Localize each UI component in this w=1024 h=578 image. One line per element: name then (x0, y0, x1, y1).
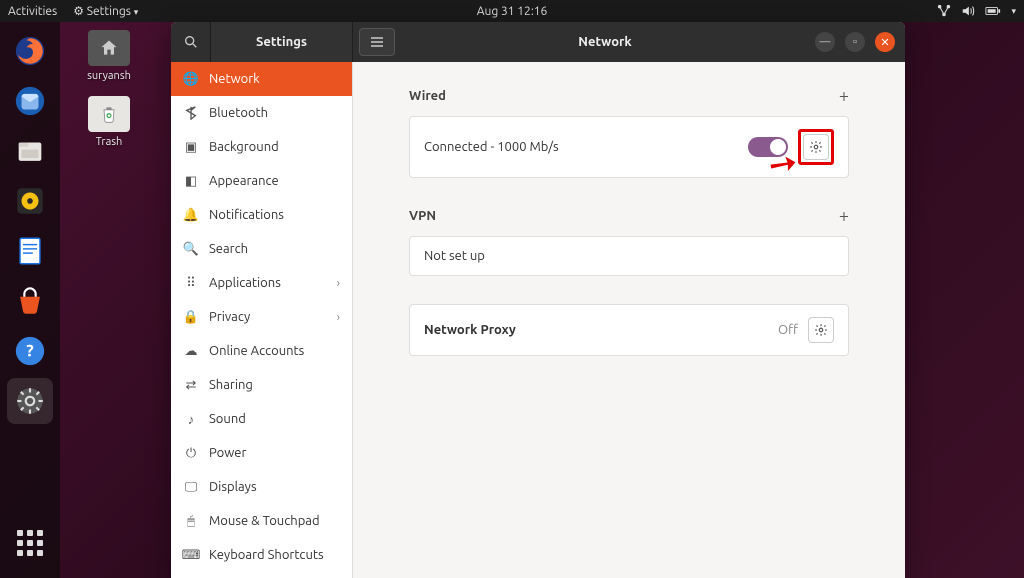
lock-icon: 🔒 (183, 309, 199, 325)
ubuntu-dock: ? (0, 22, 60, 578)
sidebar-title: Settings (211, 22, 353, 62)
sidebar-item-keyboard-shortcuts[interactable]: ⌨Keyboard Shortcuts (171, 538, 352, 572)
sidebar-item-online-accounts[interactable]: ☁Online Accounts (171, 334, 352, 368)
dock-help[interactable]: ? (7, 328, 53, 374)
chevron-right-icon: › (337, 277, 340, 290)
wired-status: Connected - 1000 Mb/s (424, 140, 559, 154)
dock-settings[interactable] (7, 378, 53, 424)
cloud-icon: ☁ (183, 343, 199, 359)
share-icon: ⇄ (183, 377, 199, 393)
globe-icon: 🌐 (183, 71, 199, 87)
annotation-highlight (798, 129, 834, 165)
sidebar-item-privacy[interactable]: 🔒Privacy› (171, 300, 352, 334)
hamburger-menu[interactable] (359, 28, 395, 56)
appearance-icon: ◧ (183, 173, 199, 189)
grid-icon: ⠿ (183, 275, 199, 291)
bell-icon: 🔔 (183, 207, 199, 223)
sidebar-item-bluetooth[interactable]: Bluetooth (171, 96, 352, 130)
vpn-header: VPN (409, 209, 436, 223)
dock-software[interactable] (7, 278, 53, 324)
wired-header: Wired (409, 89, 446, 103)
music-icon: ♪ (183, 411, 199, 427)
minimize-button[interactable]: — (815, 32, 835, 52)
sidebar-item-notifications[interactable]: 🔔Notifications (171, 198, 352, 232)
close-button[interactable]: ✕ (875, 32, 895, 52)
sidebar-item-background[interactable]: ▣Background (171, 130, 352, 164)
keyboard-icon: ⌨ (183, 547, 199, 563)
wired-connection-row: Connected - 1000 Mb/s (409, 116, 849, 178)
volume-indicator-icon[interactable] (961, 4, 975, 18)
proxy-label: Network Proxy (424, 323, 516, 337)
maximize-button[interactable]: ▫ (845, 32, 865, 52)
chevron-right-icon: › (337, 311, 340, 324)
proxy-settings-button[interactable] (808, 317, 834, 343)
power-menu-icon[interactable]: ▾ (1011, 6, 1016, 17)
display-icon: 🖵 (183, 479, 199, 495)
gear-icon: ⚙ (73, 5, 84, 18)
battery-indicator-icon[interactable] (985, 4, 1001, 18)
window-title: Network (395, 35, 815, 49)
network-indicator-icon[interactable] (937, 4, 951, 18)
background-icon: ▣ (183, 139, 199, 155)
sidebar-item-displays[interactable]: 🖵Displays (171, 470, 352, 504)
settings-sidebar: 🌐Network Bluetooth ▣Background ◧Appearan… (171, 62, 353, 578)
vpn-status: Not set up (424, 249, 485, 263)
wired-settings-button[interactable] (803, 134, 829, 160)
add-wired-button[interactable]: + (839, 86, 849, 106)
desktop-trash[interactable]: Trash (74, 96, 144, 148)
dock-files[interactable] (7, 128, 53, 174)
activities-button[interactable]: Activities (8, 5, 57, 18)
dock-thunderbird[interactable] (7, 78, 53, 124)
network-proxy-row: Network Proxy Off (409, 304, 849, 356)
app-menu[interactable]: ⚙ Settings (73, 4, 138, 18)
titlebar: Settings Network — ▫ ✕ (171, 22, 905, 62)
sidebar-item-applications[interactable]: ⠿Applications› (171, 266, 352, 300)
proxy-state: Off (778, 323, 798, 337)
svg-text:?: ? (26, 342, 34, 361)
mouse-icon: 🖱 (183, 513, 199, 529)
dock-show-applications[interactable] (7, 520, 53, 566)
sidebar-item-sound[interactable]: ♪Sound (171, 402, 352, 436)
vpn-row: Not set up (409, 236, 849, 276)
wired-toggle[interactable] (748, 137, 788, 157)
dock-rhythmbox[interactable] (7, 178, 53, 224)
sidebar-item-power[interactable]: ⏻Power (171, 436, 352, 470)
add-vpn-button[interactable]: + (839, 206, 849, 226)
dock-libreoffice-writer[interactable] (7, 228, 53, 274)
sidebar-item-search[interactable]: 🔍Search (171, 232, 352, 266)
search-icon: 🔍 (183, 241, 199, 257)
gnome-topbar: Activities ⚙ Settings Aug 31 12:16 ▾ (0, 0, 1024, 22)
clock[interactable]: Aug 31 12:16 (477, 5, 548, 18)
power-icon: ⏻ (183, 445, 199, 461)
sidebar-item-mouse-touchpad[interactable]: 🖱Mouse & Touchpad (171, 504, 352, 538)
dock-firefox[interactable] (7, 28, 53, 74)
sidebar-item-sharing[interactable]: ⇄Sharing (171, 368, 352, 402)
sidebar-item-network[interactable]: 🌐Network (171, 62, 352, 96)
sidebar-item-appearance[interactable]: ◧Appearance (171, 164, 352, 198)
search-button[interactable] (171, 22, 211, 62)
desktop-icons: suryansh Trash (74, 30, 144, 148)
settings-window: Settings Network — ▫ ✕ 🌐Network Bluetoot… (171, 22, 905, 578)
bluetooth-icon (183, 105, 199, 121)
desktop-home-folder[interactable]: suryansh (74, 30, 144, 82)
network-panel: Wired + Connected - 1000 Mb/s VPN + (353, 62, 905, 578)
